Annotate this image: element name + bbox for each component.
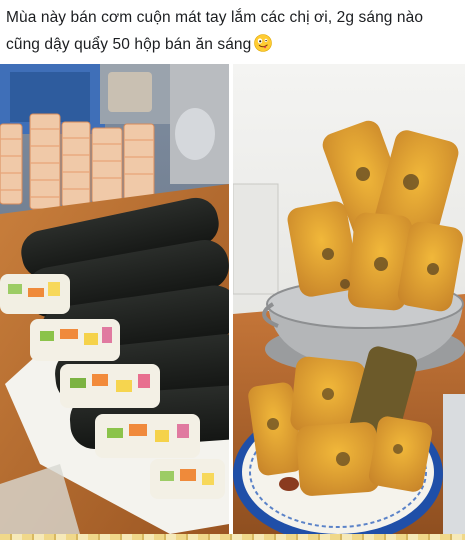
- photo-grid: [0, 64, 465, 534]
- post-caption: Mùa này bán cơm cuộn mát tay lắm các chị…: [6, 4, 461, 58]
- caption-text: Mùa này bán cơm cuộn mát tay lắm các chị…: [6, 9, 424, 53]
- zany-face-emoji: [254, 34, 273, 52]
- post-card: Mùa này bán cơm cuộn mát tay lắm các chị…: [0, 0, 465, 540]
- decorative-footer-strip: [0, 534, 465, 540]
- photo-rice-rolls[interactable]: [0, 64, 229, 534]
- photo-fried-rolls[interactable]: [233, 64, 465, 534]
